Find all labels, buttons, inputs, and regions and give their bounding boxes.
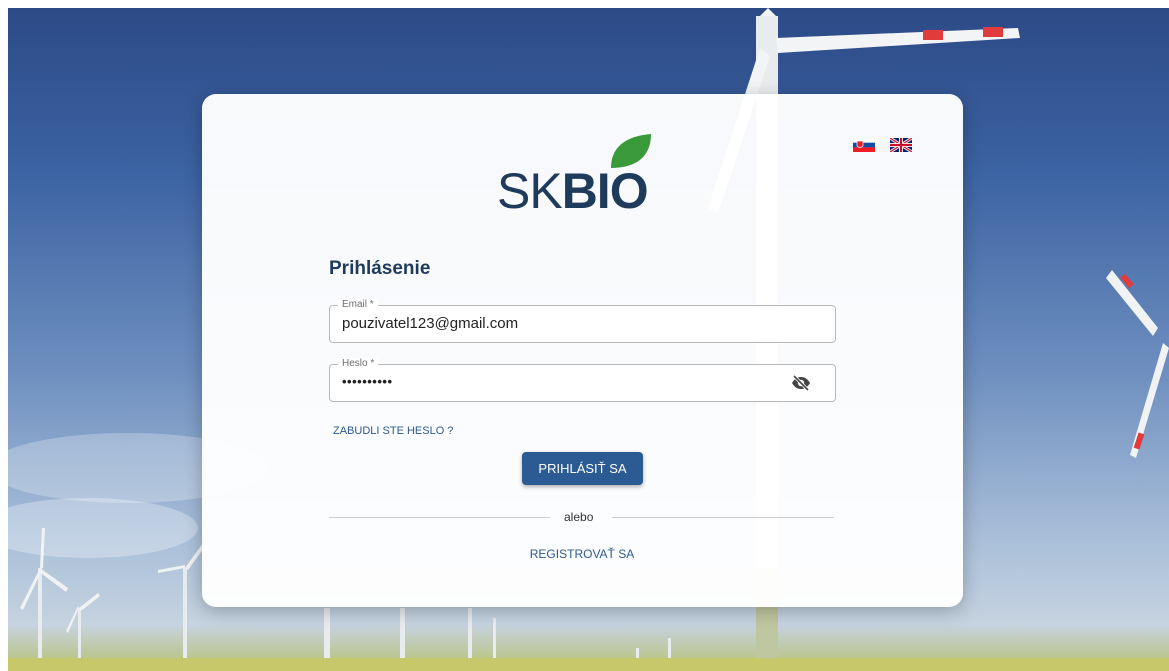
page-title: Prihlásenie: [329, 258, 431, 279]
logo-bold: BIO: [561, 163, 649, 219]
or-separator-text: alebo: [564, 510, 594, 524]
password-field-label: Heslo *: [338, 358, 379, 370]
login-button[interactable]: PRIHLÁSIŤ SA: [522, 452, 643, 485]
password-field[interactable]: Heslo * ••••••••••: [329, 358, 836, 402]
register-link[interactable]: REGISTROVAŤ SA: [512, 547, 652, 561]
language-switcher: [853, 138, 912, 152]
login-card: SKBIO Prihlásenie Email * pouzivatel123@…: [202, 94, 963, 607]
divider-right: [612, 517, 834, 518]
divider-left: [329, 517, 550, 518]
skbio-logo: SKBIO: [497, 132, 672, 218]
slovak-flag-icon[interactable]: [853, 138, 875, 152]
email-field[interactable]: Email * pouzivatel123@gmail.com: [329, 299, 836, 343]
uk-flag-icon[interactable]: [890, 138, 912, 152]
forgot-password-link[interactable]: ZABUDLI STE HESLO ?: [333, 425, 453, 437]
logo-prefix: SK: [497, 163, 563, 219]
email-field-label: Email *: [338, 299, 378, 311]
email-field-value[interactable]: pouzivatel123@gmail.com: [342, 315, 518, 333]
eye-off-icon[interactable]: [791, 374, 811, 392]
logo-text: SKBIO: [497, 163, 649, 219]
password-field-value[interactable]: ••••••••••: [342, 373, 393, 391]
